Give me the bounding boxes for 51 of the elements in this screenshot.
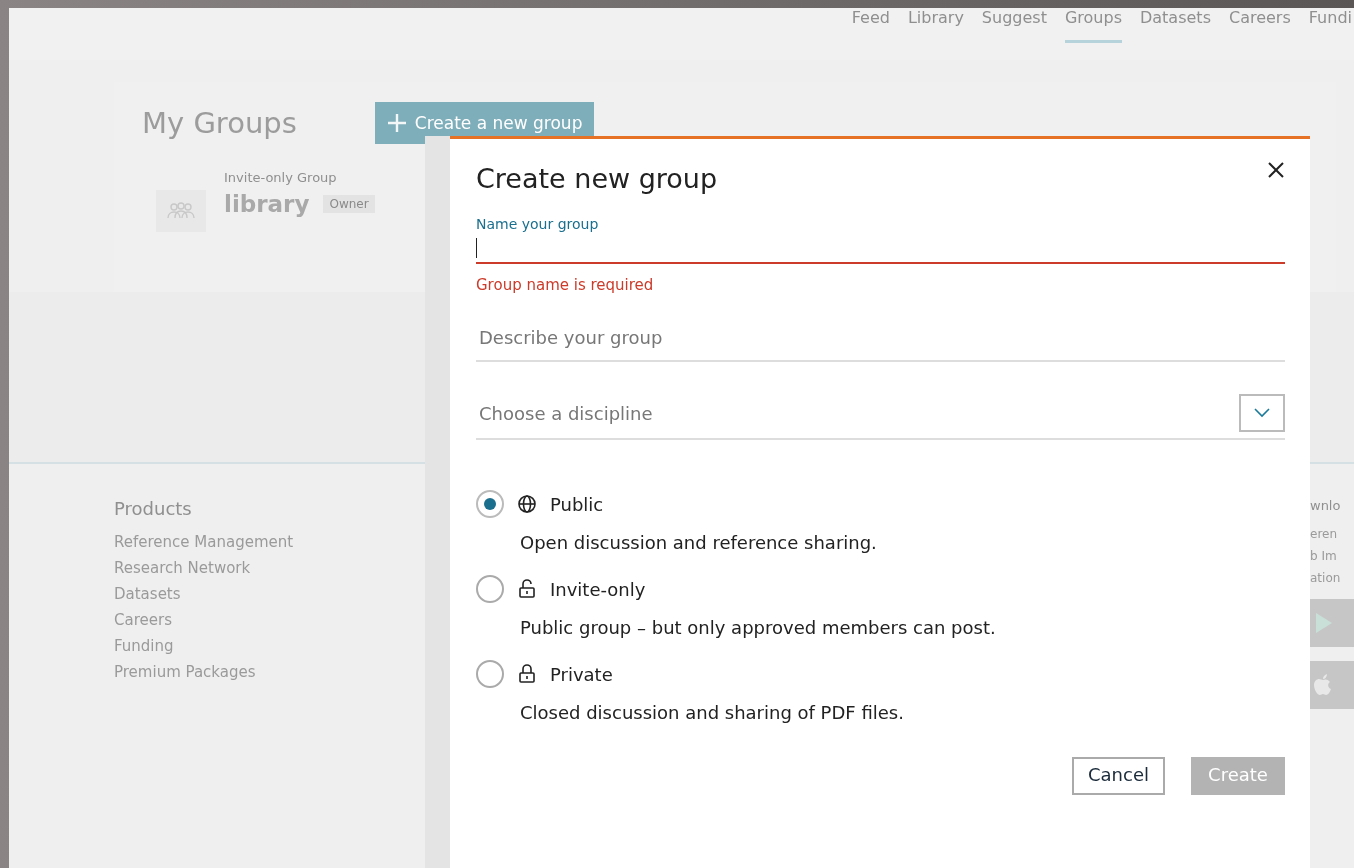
unlocked-padlock-icon [517, 579, 537, 599]
footer-link[interactable]: ation [1310, 571, 1354, 585]
apple-icon [1314, 674, 1332, 696]
people-icon [167, 202, 195, 220]
option-description: Closed discussion and sharing of PDF files. [520, 702, 905, 723]
option-label: Public [550, 493, 604, 515]
cancel-button[interactable]: Cancel [1072, 757, 1165, 795]
footer-heading: Products [114, 498, 193, 519]
group-name-link[interactable]: library [224, 191, 310, 217]
footer-link[interactable]: Research Network [114, 559, 294, 577]
radio-button[interactable] [476, 660, 504, 688]
page-title: My Groups [142, 106, 297, 140]
owner-badge: Owner [323, 195, 375, 213]
footer-link[interactable]: Premium Packages [114, 663, 294, 681]
field-label: Name your group [476, 216, 600, 232]
footer-link[interactable]: Datasets [114, 585, 294, 603]
plus-icon [386, 113, 407, 133]
close-icon [1267, 161, 1285, 179]
error-message: Group name is required [476, 276, 655, 294]
text-cursor [476, 238, 477, 258]
padlock-icon [517, 664, 537, 684]
option-label: Private [550, 663, 613, 685]
app-store-badge[interactable] [1310, 599, 1354, 647]
footer-link[interactable]: Careers [114, 611, 294, 629]
option-description: Public group – but only approved members can post. [520, 617, 997, 638]
nav-tab[interactable]: Datasets [1139, 8, 1211, 40]
nav-tab[interactable]: Suggest [981, 8, 1047, 40]
nav-tab[interactable]: Groups [1064, 8, 1122, 43]
globe-icon [517, 494, 537, 514]
description-field[interactable]: Describe your group [476, 314, 1285, 362]
nav-tab[interactable]: Fundi [1308, 8, 1352, 40]
group-type-label: Invite-only Group [224, 170, 338, 185]
nav-tab[interactable]: Feed [851, 8, 890, 40]
radio-button[interactable] [476, 575, 504, 603]
footer-link[interactable]: eren [1310, 527, 1354, 541]
option-label: Invite-only [550, 578, 646, 600]
play-icon [1314, 612, 1334, 634]
nav-tab[interactable]: Library [907, 8, 964, 40]
footer-link[interactable]: b Im [1310, 549, 1354, 563]
dropdown-button[interactable] [1239, 394, 1285, 432]
nav-tab[interactable]: Careers [1228, 8, 1291, 40]
footer-link[interactable]: Funding [114, 637, 294, 655]
chevron-down-icon [1254, 408, 1270, 418]
footer-link[interactable]: Reference Management [114, 533, 294, 551]
close-button[interactable] [1267, 161, 1285, 179]
footer-heading: wnlo [1310, 498, 1342, 513]
discipline-field[interactable]: Choose a discipline [476, 393, 1239, 433]
app-store-badge[interactable] [1310, 661, 1354, 709]
radio-button[interactable] [476, 490, 504, 518]
dialog-title: Create new group [476, 163, 718, 194]
option-description: Open discussion and reference sharing. [520, 532, 878, 553]
